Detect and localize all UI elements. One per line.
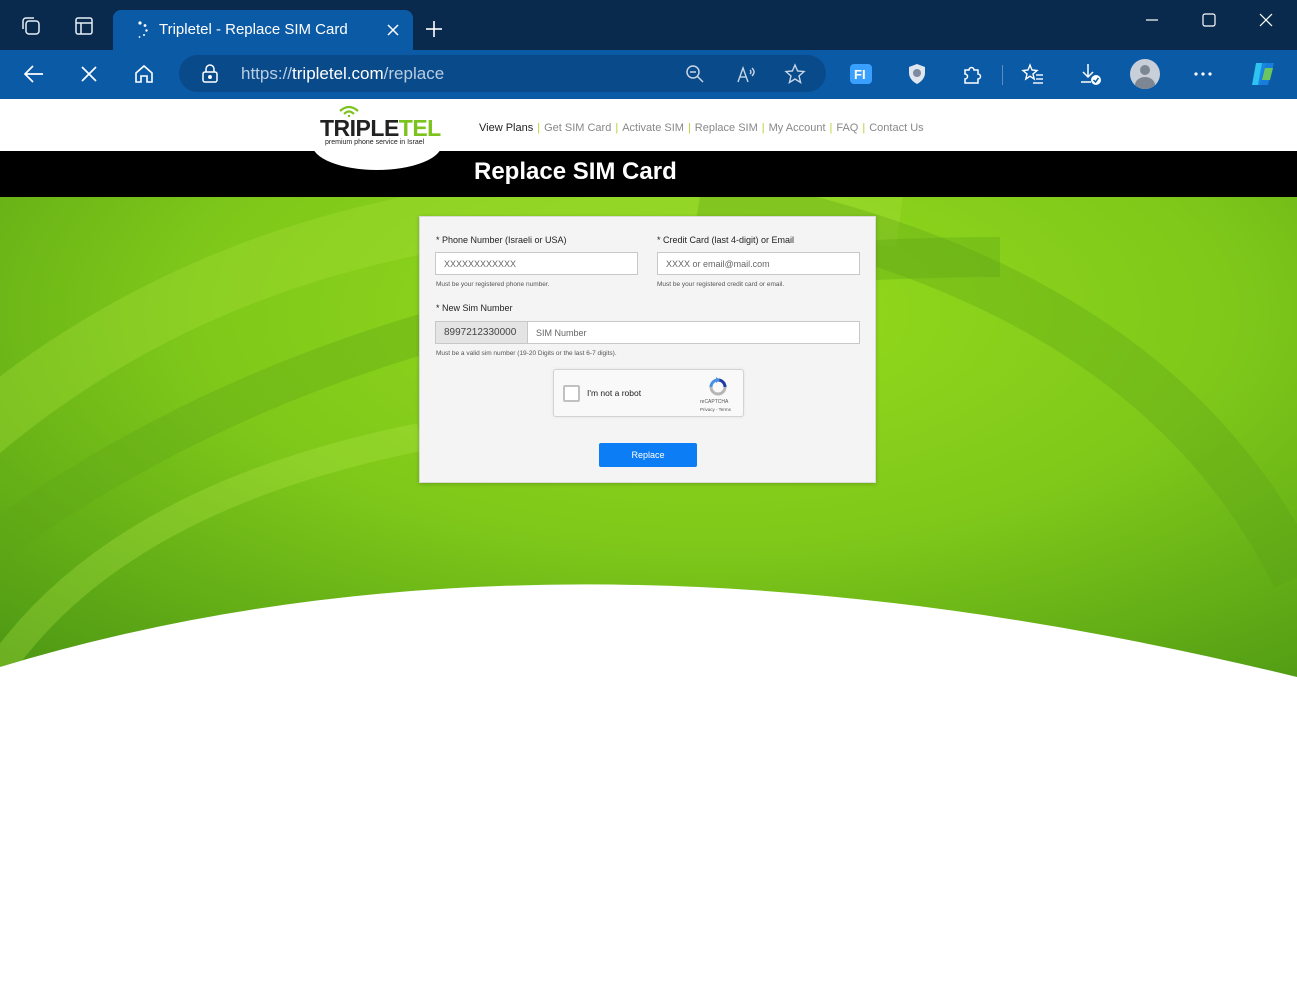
favorites-icon[interactable]	[1021, 62, 1045, 86]
star-icon[interactable]	[784, 63, 806, 85]
close-window-icon[interactable]	[1255, 10, 1277, 32]
tripletel-logo[interactable]: TRIPLETEL premium phone service in Israe…	[312, 103, 442, 170]
home-icon[interactable]	[132, 62, 156, 86]
more-icon[interactable]	[1191, 62, 1215, 86]
logo-wordmark: TRIPLETEL	[320, 115, 441, 141]
credit-card-email-label: * Credit Card (last 4-digit) or Email	[657, 235, 795, 245]
browser-titlebar: Tripletel - Replace SIM Card	[0, 0, 1297, 50]
credit-card-email-help: Must be your registered credit card or e…	[657, 281, 785, 288]
credit-card-email-input[interactable]	[657, 252, 860, 275]
workspaces-icon[interactable]	[20, 15, 42, 37]
read-aloud-icon[interactable]	[735, 63, 757, 85]
page-title: Replace SIM Card	[474, 158, 677, 185]
tab-title: Tripletel - Replace SIM Card	[159, 21, 348, 38]
svg-text:FI: FI	[854, 67, 866, 82]
recaptcha-label: I'm not a robot	[587, 388, 642, 398]
nav-activate-sim[interactable]: Activate SIM	[622, 122, 684, 134]
maximize-icon[interactable]	[1198, 10, 1220, 32]
minimize-icon[interactable]	[1141, 10, 1163, 32]
url-host: tripletel.com	[292, 64, 384, 83]
download-icon[interactable]	[1078, 62, 1102, 86]
nav-view-plans[interactable]: View Plans	[479, 122, 533, 134]
zoom-icon[interactable]	[684, 63, 706, 85]
loading-spinner-icon	[131, 21, 149, 39]
replace-button[interactable]: Replace	[599, 443, 697, 467]
nav-my-account[interactable]: My Account	[769, 122, 826, 134]
shield-icon[interactable]	[905, 62, 929, 86]
back-arrow-icon[interactable]	[22, 62, 46, 86]
main-nav: View Plans | Get SIM Card | Activate SIM | Rep…	[479, 122, 924, 134]
sim-number-help: Must be a valid sim number (19-20 Digits…	[436, 350, 617, 357]
nav-get-sim-card[interactable]: Get SIM Card	[544, 122, 611, 134]
recaptcha-icon	[707, 376, 729, 398]
url-text[interactable]: https://tripletel.com/replace	[241, 64, 444, 84]
recaptcha-links[interactable]: Privacy - Terms	[700, 407, 731, 412]
recaptcha-widget: I'm not a robot reCAPTCHA Privacy - Term…	[553, 369, 744, 417]
web-page: TRIPLETEL premium phone service in Israe…	[0, 99, 1297, 1004]
lock-icon[interactable]	[201, 64, 219, 84]
browser-toolbar: https://tripletel.com/replace FI	[0, 50, 1297, 99]
nav-replace-sim[interactable]: Replace SIM	[695, 122, 758, 134]
recaptcha-checkbox[interactable]	[563, 385, 580, 402]
replace-sim-form: * Phone Number (Israeli or USA) Must be …	[419, 216, 876, 483]
logo-tagline: premium phone service in Israel	[325, 139, 425, 146]
phone-number-input[interactable]	[435, 252, 638, 275]
url-scheme: https://	[241, 64, 293, 83]
recaptcha-brand: reCAPTCHA	[700, 399, 729, 405]
phone-number-label: * Phone Number (Israeli or USA)	[436, 235, 567, 245]
site-header: TRIPLETEL premium phone service in Israe…	[0, 99, 1297, 170]
address-bar[interactable]: https://tripletel.com/replace	[179, 55, 826, 92]
toolbar-divider	[1002, 65, 1003, 85]
stop-icon[interactable]	[77, 62, 101, 86]
puzzle-icon[interactable]	[960, 62, 984, 86]
sim-number-label: * New Sim Number	[436, 303, 513, 313]
phone-number-help: Must be your registered phone number.	[436, 281, 550, 288]
copilot-icon[interactable]	[1248, 59, 1278, 89]
sim-number-prefix: 8997212330000	[435, 321, 528, 344]
avatar-icon[interactable]	[1130, 59, 1160, 89]
tab-actions-icon[interactable]	[73, 15, 95, 37]
fi-extension-icon[interactable]: FI	[849, 62, 873, 86]
browser-tab-active[interactable]: Tripletel - Replace SIM Card	[113, 10, 413, 50]
page-title-bar: Replace SIM Card	[0, 151, 1297, 197]
new-tab-button[interactable]	[424, 19, 444, 39]
url-path: /replace	[383, 64, 445, 83]
nav-faq[interactable]: FAQ	[836, 122, 858, 134]
close-tab-icon[interactable]	[385, 22, 401, 38]
nav-contact-us[interactable]: Contact Us	[869, 122, 923, 134]
sim-number-input[interactable]	[527, 321, 860, 344]
